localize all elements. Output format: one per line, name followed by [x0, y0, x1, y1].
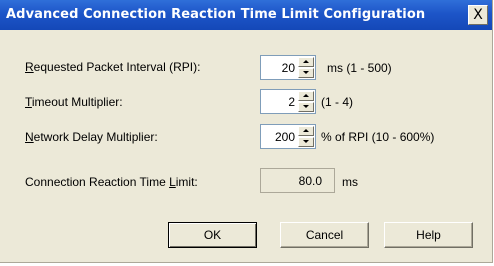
delay-field[interactable]: 200: [260, 124, 316, 149]
cancel-button[interactable]: Cancel: [280, 222, 369, 248]
timeout-unit: (1 - 4): [321, 95, 354, 109]
help-button[interactable]: Help: [384, 222, 473, 248]
spin-down-arrow-icon: [303, 140, 309, 143]
delay-unit: % of RPI (10 - 600%): [321, 130, 435, 144]
close-button[interactable]: X: [468, 5, 488, 25]
rpi-label-accelerator: R: [25, 60, 34, 74]
limit-value: 80.0: [298, 174, 322, 188]
delay-label-accelerator: N: [25, 130, 34, 144]
timeout-field[interactable]: 2: [260, 89, 316, 114]
spin-up-arrow-icon: [303, 60, 309, 63]
rpi-label: Requested Packet Interval (RPI):: [25, 60, 200, 74]
timeout-label: Timeout Multiplier:: [25, 95, 123, 109]
rpi-label-text: equested Packet Interval (RPI):: [33, 60, 201, 74]
title-bar: Advanced Connection Reaction Time Limit …: [0, 0, 492, 30]
timeout-value[interactable]: 2: [288, 95, 295, 109]
limit-label: Connection Reaction Time Limit:: [25, 175, 198, 189]
rpi-spinner[interactable]: [298, 57, 314, 78]
timeout-spinner[interactable]: [298, 91, 314, 112]
close-icon: X: [473, 7, 483, 23]
rpi-unit: ms (1 - 500): [327, 61, 392, 75]
delay-label-text: etwork Delay Multiplier:: [33, 130, 158, 144]
limit-unit: ms: [342, 175, 358, 189]
limit-label-prefix: Connection Reaction Time: [25, 175, 170, 189]
timeout-spin-up-button[interactable]: [298, 91, 314, 101]
timeout-label-accelerator: T: [25, 95, 32, 109]
delay-spinner[interactable]: [298, 126, 314, 147]
spin-up-arrow-icon: [303, 94, 309, 97]
rpi-field[interactable]: 20: [260, 55, 316, 80]
rpi-spin-up-button[interactable]: [298, 57, 314, 67]
config-dialog: Advanced Connection Reaction Time Limit …: [0, 0, 493, 263]
dialog-title: Advanced Connection Reaction Time Limit …: [6, 7, 426, 22]
limit-field: 80.0: [260, 168, 335, 193]
rpi-spin-down-button[interactable]: [298, 68, 314, 78]
spin-down-arrow-icon: [303, 105, 309, 108]
timeout-spin-down-button[interactable]: [298, 102, 314, 112]
delay-spin-up-button[interactable]: [298, 126, 314, 136]
rpi-value[interactable]: 20: [282, 61, 295, 75]
timeout-label-text: imeout Multiplier:: [31, 95, 123, 109]
limit-label-text: imit:: [175, 175, 198, 189]
delay-label: Network Delay Multiplier:: [25, 130, 158, 144]
limit-label-accelerator: L: [169, 175, 176, 189]
ok-button[interactable]: OK: [168, 222, 257, 248]
delay-spin-down-button[interactable]: [298, 137, 314, 147]
spin-down-arrow-icon: [303, 71, 309, 74]
spin-up-arrow-icon: [303, 129, 309, 132]
delay-value[interactable]: 200: [275, 130, 295, 144]
